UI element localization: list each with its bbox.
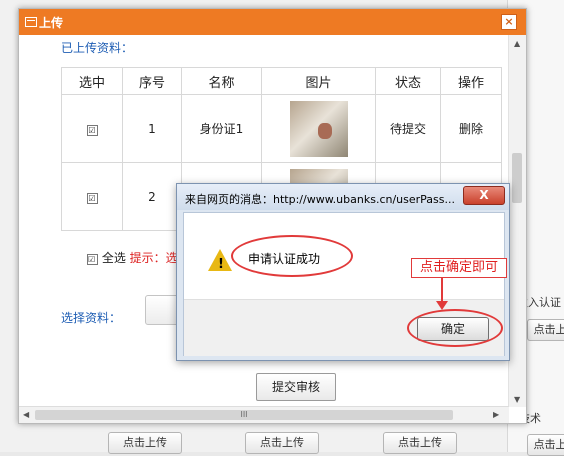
bg-upload-button[interactable]: 点击上传	[383, 432, 457, 454]
bg-upload-button[interactable]: 点击上传	[108, 432, 182, 454]
alert-close-button[interactable]: X	[463, 186, 505, 205]
choose-files-label: 选择资料：	[61, 311, 122, 325]
column-header: 序号	[122, 67, 182, 95]
column-header: 状态	[375, 67, 441, 95]
scroll-left-icon[interactable]: ◀	[23, 410, 29, 419]
tip-text: 提示：选	[129, 251, 178, 265]
bg-upload-button[interactable]: 点击上传	[245, 432, 319, 454]
row-status: 待提交	[375, 94, 441, 163]
alert-title-bar[interactable]: 来自网页的消息：http://www.ubanks.cn/userPass...…	[177, 184, 509, 210]
horizontal-scrollbar[interactable]: ◀ III ▶	[19, 406, 509, 423]
row-name: 身份证1	[181, 94, 262, 163]
column-header: 名称	[181, 67, 262, 95]
annotation-arrow	[441, 277, 443, 303]
vertical-scrollbar[interactable]: ▲ ▼	[508, 35, 526, 407]
horizontal-scroll-thumb[interactable]: III	[35, 410, 453, 420]
select-all-checkbox[interactable]: ☑	[87, 254, 98, 265]
column-header: 图片	[261, 67, 376, 95]
scroll-down-icon[interactable]: ▼	[514, 395, 520, 404]
annotation-circle-message	[231, 235, 353, 277]
row-checkbox[interactable]: ☑	[86, 192, 98, 204]
alert-title: 来自网页的消息：http://www.ubanks.cn/userPass...	[185, 193, 455, 206]
row-index: 2	[122, 162, 182, 231]
scroll-right-icon[interactable]: ▶	[493, 410, 499, 419]
bg-upload-button[interactable]: 点击上	[527, 319, 564, 341]
alert-button-bar: 确定	[184, 299, 504, 356]
uploaded-files-label: 已上传资料：	[61, 41, 134, 55]
submit-review-button[interactable]: 提交审核	[256, 373, 336, 401]
row-index: 1	[122, 94, 182, 163]
select-all-row: ☑ 全选 提示：选	[87, 249, 178, 266]
bg-upload-button[interactable]: 点击上	[527, 434, 564, 456]
scroll-up-icon[interactable]: ▲	[514, 39, 520, 48]
dialog-title: 上传	[39, 16, 64, 30]
table-row: ☑ 1 身份证1 待提交 删除	[61, 94, 502, 163]
annotation-callout: 点击确定即可	[411, 258, 507, 278]
column-header: 选中	[61, 67, 123, 95]
alert-body: ! 申请认证成功 确定	[183, 212, 505, 356]
annotation-circle-ok	[407, 309, 503, 347]
column-header: 操作	[440, 67, 502, 95]
window-icon	[25, 17, 37, 27]
arrow-down-icon	[436, 301, 448, 310]
select-all-label[interactable]: 全选	[102, 251, 126, 265]
row-checkbox[interactable]: ☑	[86, 124, 98, 136]
warning-mark: !	[218, 257, 224, 272]
dialog-title-bar[interactable]: 上传 ×	[19, 9, 526, 35]
vertical-scroll-thumb[interactable]	[512, 153, 522, 203]
table-header-row: 选中 序号 名称 图片 状态 操作	[61, 67, 502, 95]
delete-link[interactable]: 删除	[440, 94, 502, 163]
close-icon[interactable]: ×	[501, 14, 517, 30]
id-card-thumbnail[interactable]	[289, 100, 348, 157]
